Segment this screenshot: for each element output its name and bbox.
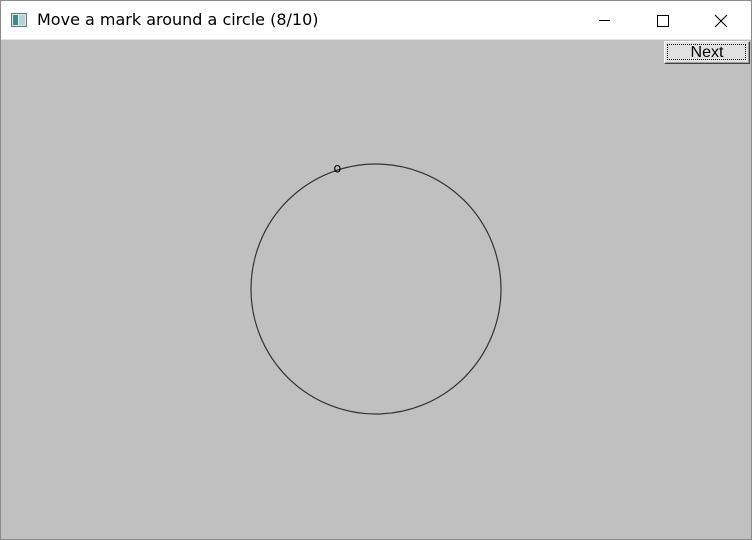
maximize-button[interactable]	[633, 1, 691, 39]
drawing-canvas[interactable]: o	[1, 40, 751, 539]
app-window-icon	[11, 12, 27, 27]
client-area: o Next	[1, 40, 751, 539]
close-icon	[714, 14, 728, 28]
minimize-icon	[599, 20, 610, 21]
window-title: Move a mark around a circle (8/10)	[37, 10, 319, 29]
close-button[interactable]	[691, 1, 749, 39]
maximize-icon	[657, 15, 669, 27]
app-window: Move a mark around a circle (8/10) o Nex…	[0, 0, 752, 540]
circle-track	[250, 163, 502, 415]
minimize-button[interactable]	[575, 1, 633, 39]
next-button[interactable]: Next	[664, 41, 750, 64]
circle-mark[interactable]: o	[333, 162, 341, 177]
next-button-label: Next	[690, 44, 724, 61]
title-bar[interactable]: Move a mark around a circle (8/10)	[1, 1, 751, 40]
